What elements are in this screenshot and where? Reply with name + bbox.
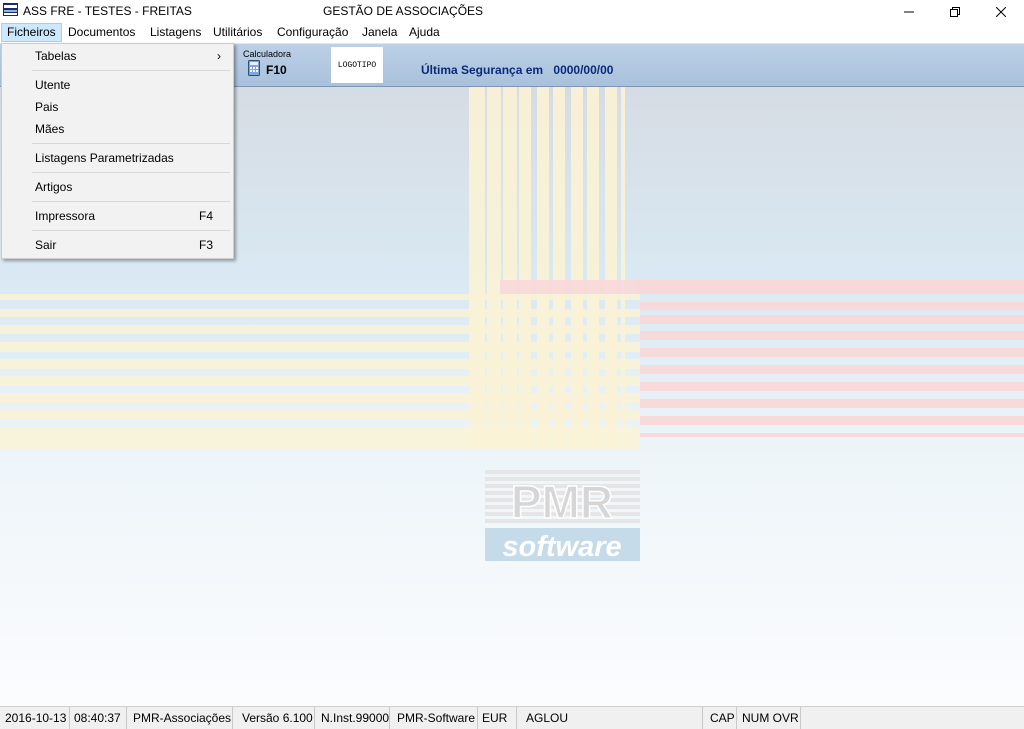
menu-item-impressora[interactable]: Impressora F4 <box>2 205 233 227</box>
watermark-brand-bottom: software <box>502 531 621 563</box>
minimize-icon <box>904 11 914 12</box>
menu-separator <box>32 230 230 231</box>
app-title: GESTÃO DE ASSOCIAÇÕES <box>323 4 484 18</box>
menu-item-label: Listagens Parametrizadas <box>35 151 174 165</box>
window-title: ASS FRE - TESTES - FREITAS <box>23 4 192 18</box>
menu-utilitarios[interactable]: Utilitários <box>208 23 267 42</box>
close-button[interactable] <box>978 0 1024 23</box>
menu-ajuda[interactable]: Ajuda <box>404 23 445 42</box>
status-install-number: N.Inst.99000 <box>318 707 390 729</box>
app-icon[interactable] <box>3 3 18 16</box>
company-logo: LOGOTIPO <box>331 47 383 83</box>
status-vendor: PMR-Software <box>394 707 478 729</box>
menu-item-label: Impressora <box>35 209 96 223</box>
status-version: Versão 6.100 <box>239 707 315 729</box>
status-date: 2016-10-13 <box>2 707 70 729</box>
menu-item-shortcut: F3 <box>198 238 213 252</box>
menu-item-utente[interactable]: Utente <box>2 74 233 96</box>
menu-item-artigos[interactable]: Artigos <box>2 176 233 198</box>
watermark-brand-top: PMR <box>511 476 613 528</box>
menu-listagens[interactable]: Listagens <box>145 23 206 42</box>
menu-separator <box>32 143 230 144</box>
last-backup-date: 0000/00/00 <box>553 63 614 77</box>
last-backup-info: Última Segurança em 0000/00/00 <box>421 63 613 77</box>
restore-button[interactable] <box>932 0 978 23</box>
menu-documentos[interactable]: Documentos <box>63 23 140 42</box>
close-icon <box>996 6 1006 17</box>
status-num-ovr: NUM OVR <box>739 707 801 729</box>
menu-separator <box>32 70 230 71</box>
menu-separator <box>32 172 230 173</box>
status-currency: EUR <box>479 707 517 729</box>
menu-item-tabelas[interactable]: Tabelas › <box>2 45 233 67</box>
menu-separator <box>32 201 230 202</box>
logo-text: LOGOTIPO <box>337 60 377 70</box>
menu-item-sair[interactable]: Sair F3 <box>2 234 233 256</box>
status-bar: 2016-10-13 08:40:37 PMR-Associações Vers… <box>0 706 1024 729</box>
menu-configuracao[interactable]: Configuração <box>272 23 353 42</box>
menu-item-label: Artigos <box>35 180 73 194</box>
menu-item-listagens-parametrizadas[interactable]: Listagens Parametrizadas <box>2 147 233 169</box>
pmr-logo-block: PMR software <box>485 470 640 563</box>
status-time: 08:40:37 <box>71 707 127 729</box>
ficheiros-dropdown: Tabelas › Utente Pais Mães Listagens Par… <box>1 43 234 259</box>
status-caps-lock: CAP <box>707 707 737 729</box>
menu-item-label: Utente <box>35 78 71 92</box>
menu-ficheiros[interactable]: Ficheiros <box>1 23 62 42</box>
submenu-arrow-icon: › <box>217 49 221 63</box>
menu-item-maes[interactable]: Mães <box>2 118 233 140</box>
title-bar: ASS FRE - TESTES - FREITAS GESTÃO DE ASS… <box>0 0 1024 23</box>
last-backup-label: Última Segurança em <box>421 63 544 77</box>
menu-janela[interactable]: Janela <box>357 23 402 42</box>
calculator-icon[interactable] <box>248 60 260 76</box>
menu-item-shortcut: F4 <box>198 209 213 223</box>
minimize-button[interactable] <box>886 0 932 23</box>
menu-item-label: Tabelas <box>35 49 77 63</box>
calculator-shortcut[interactable]: F10 <box>266 63 287 77</box>
menu-item-label: Pais <box>35 100 59 114</box>
menu-item-label: Sair <box>35 238 57 252</box>
calculator-label: Calculadora <box>243 49 292 59</box>
restore-icon <box>950 6 960 17</box>
status-user: AGLOU <box>523 707 703 729</box>
menu-item-label: Mães <box>35 122 65 136</box>
menu-bar: Ficheiros Documentos Listagens Utilitári… <box>0 23 1024 44</box>
menu-item-pais[interactable]: Pais <box>2 96 233 118</box>
status-product: PMR-Associações <box>130 707 233 729</box>
